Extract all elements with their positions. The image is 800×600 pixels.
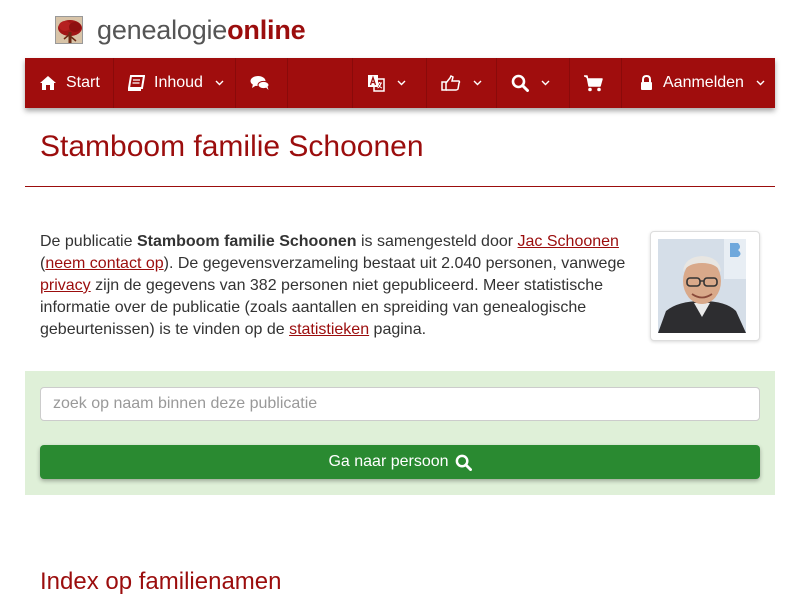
search-icon xyxy=(511,74,529,92)
nav-inhoud-label: Inhoud xyxy=(154,74,203,91)
site-name-part1: genealogie xyxy=(97,15,228,45)
main-navbar: Start Inhoud Aanmelden xyxy=(25,58,775,108)
person-search-input[interactable] xyxy=(40,387,760,421)
intro-text: pagina. xyxy=(369,321,427,338)
intro-text: De publicatie xyxy=(40,233,137,250)
nav-share[interactable] xyxy=(427,58,497,108)
chevron-down-icon xyxy=(215,80,224,86)
intro-text: is samengesteld door xyxy=(356,233,518,250)
nav-language[interactable] xyxy=(353,58,427,108)
site-name: genealogieonline xyxy=(97,15,306,45)
chevron-down-icon xyxy=(397,80,406,86)
title-divider xyxy=(25,186,775,187)
thumbs-up-icon xyxy=(441,75,461,91)
lock-icon xyxy=(640,75,653,91)
intro-text: ). De gegevensverzameling bestaat uit 2.… xyxy=(163,255,626,272)
chevron-down-icon xyxy=(473,80,482,86)
person-search-panel: Ga naar persoon xyxy=(25,371,775,495)
nav-start[interactable]: Start xyxy=(25,58,114,108)
privacy-link[interactable]: privacy xyxy=(40,277,91,294)
author-avatar xyxy=(658,239,746,333)
shopping-cart-icon xyxy=(584,74,603,92)
go-to-person-label: Ga naar persoon xyxy=(328,453,449,470)
nav-aanmelden-label: Aanmelden xyxy=(663,74,744,91)
statistics-link[interactable]: statistieken xyxy=(289,321,369,338)
chevron-down-icon xyxy=(756,80,765,86)
nav-inhoud[interactable]: Inhoud xyxy=(114,58,236,108)
publication-name: Stamboom familie Schoonen xyxy=(136,233,357,250)
publication-intro: De publicatie Stamboom familie Schoonen … xyxy=(40,231,630,341)
chevron-down-icon xyxy=(541,80,550,86)
comments-icon xyxy=(250,75,270,91)
contact-link[interactable]: neem contact op xyxy=(45,255,163,272)
tree-logo-icon xyxy=(55,16,83,44)
nav-forum[interactable] xyxy=(236,58,288,108)
translate-icon xyxy=(367,74,385,92)
site-logo[interactable]: genealogieonline xyxy=(55,14,306,46)
surname-index-title: Index op familienamen xyxy=(40,568,282,595)
nav-spacer xyxy=(288,58,353,108)
nav-cart[interactable] xyxy=(570,58,622,108)
nav-aanmelden[interactable]: Aanmelden xyxy=(622,58,770,108)
author-avatar-frame[interactable] xyxy=(650,231,760,341)
page-title: Stamboom familie Schoonen xyxy=(40,130,424,163)
nav-start-label: Start xyxy=(66,74,100,91)
home-icon xyxy=(39,75,57,91)
search-icon xyxy=(455,454,472,471)
author-link[interactable]: Jac Schoonen xyxy=(518,233,619,250)
go-to-person-button[interactable]: Ga naar persoon xyxy=(40,445,760,479)
book-icon xyxy=(128,75,145,91)
site-name-part2: online xyxy=(227,15,306,45)
nav-search[interactable] xyxy=(497,58,570,108)
